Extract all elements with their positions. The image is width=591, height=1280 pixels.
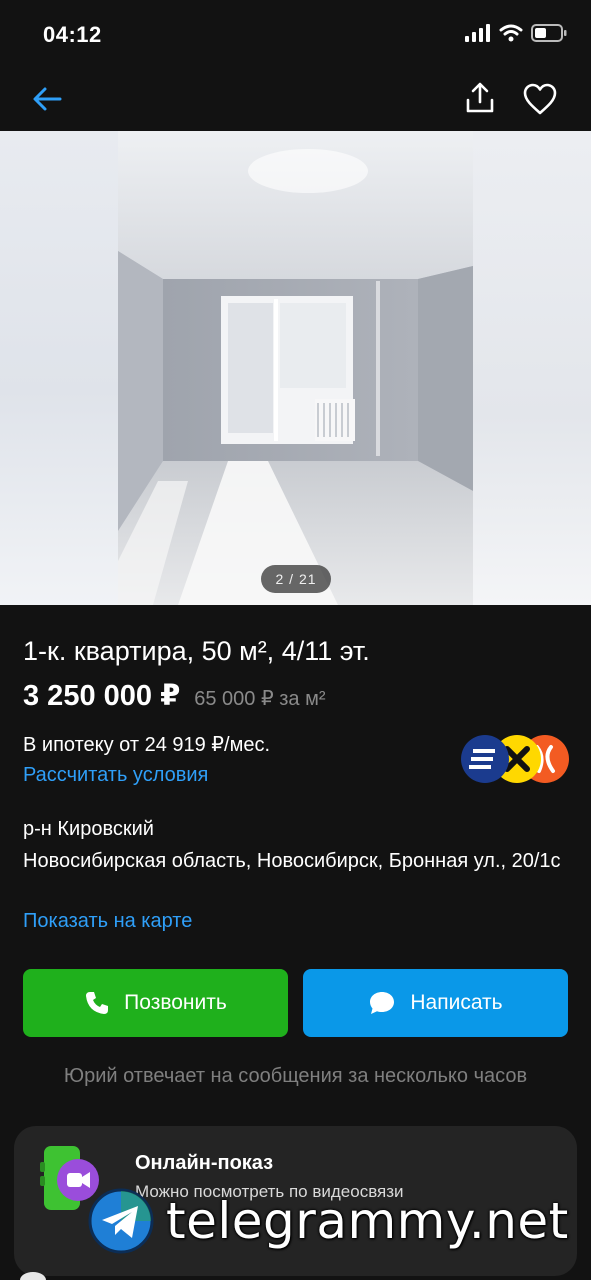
wifi-icon xyxy=(499,24,523,42)
listing-title: 1-к. квартира, 50 м², 4/11 эт. xyxy=(23,636,370,666)
address: Новосибирская область, Новосибирск, Брон… xyxy=(23,850,561,872)
calculate-mortgage-link[interactable]: Рассчитать условия xyxy=(23,764,208,787)
chat-bubble-icon xyxy=(370,992,395,1014)
watermark-text: telegrammy.net xyxy=(166,1192,569,1250)
price-per-m2: 65 000 ₽ за м² xyxy=(194,688,326,710)
status-icons xyxy=(465,24,567,42)
photo-gallery[interactable] xyxy=(0,131,591,605)
price-row: 3 250 000 ₽ 65 000 ₽ за м² xyxy=(23,678,326,713)
status-bar: 04:12 xyxy=(0,0,591,70)
seller-reply-note: Юрий отвечает на сообщения за несколько … xyxy=(63,1065,528,1087)
gallery-blur-right xyxy=(473,131,591,605)
top-nav xyxy=(0,70,591,130)
status-time: 04:12 xyxy=(43,22,102,47)
mortgage-text: В ипотеку от 24 919 ₽/мес. xyxy=(23,734,271,756)
show-on-map-link[interactable]: Показать на карте xyxy=(23,910,192,933)
back-arrow-icon[interactable] xyxy=(30,82,64,116)
online-show-title: Онлайн-показ xyxy=(135,1152,274,1174)
write-button[interactable]: Написать xyxy=(303,969,568,1037)
battery-icon xyxy=(531,24,567,42)
listing-photo[interactable] xyxy=(118,131,473,605)
price: 3 250 000 ₽ xyxy=(23,680,181,712)
write-button-label: Написать xyxy=(410,991,503,1014)
bank-logos[interactable] xyxy=(459,733,571,785)
district: р-н Кировский xyxy=(23,818,154,840)
call-button[interactable]: Позвонить xyxy=(23,969,288,1037)
telegram-icon xyxy=(88,1188,154,1254)
photo-counter: 2 / 21 xyxy=(261,565,331,593)
watermark: telegrammy.net xyxy=(88,1186,588,1256)
call-button-label: Позвонить xyxy=(124,991,227,1014)
share-icon[interactable] xyxy=(462,80,498,116)
room-photo-illustration xyxy=(118,131,473,605)
heart-icon[interactable] xyxy=(522,82,558,116)
gallery-blur-left xyxy=(0,131,118,605)
signal-icon xyxy=(465,24,490,42)
phone-icon xyxy=(86,992,109,1014)
